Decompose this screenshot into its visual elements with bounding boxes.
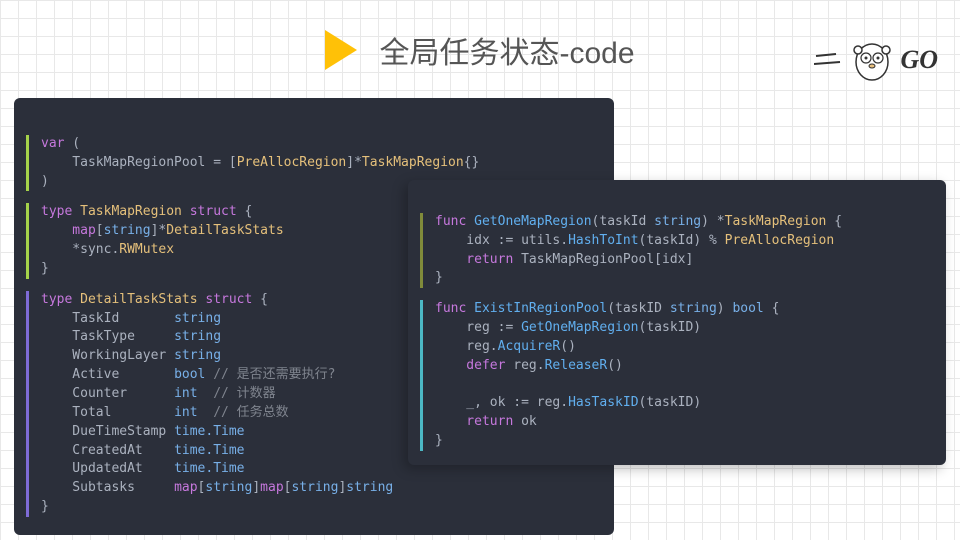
code-block-existinregionpool: func ExistInRegionPool(taskID string) bo… — [420, 300, 928, 451]
go-mascot: GO — [814, 36, 938, 84]
speed-lines-icon — [814, 50, 844, 70]
go-label: GO — [900, 45, 938, 75]
gopher-icon — [848, 36, 896, 84]
play-triangle-icon — [325, 30, 357, 70]
code-block-getonemapregion: func GetOneMapRegion(taskId string) *Tas… — [420, 213, 928, 288]
struct-fields: TaskId string TaskType string WorkingLay… — [41, 311, 336, 477]
slide-title: 全局任务状态-code — [379, 28, 634, 72]
code-panel-right: func GetOneMapRegion(taskId string) *Tas… — [408, 180, 946, 465]
